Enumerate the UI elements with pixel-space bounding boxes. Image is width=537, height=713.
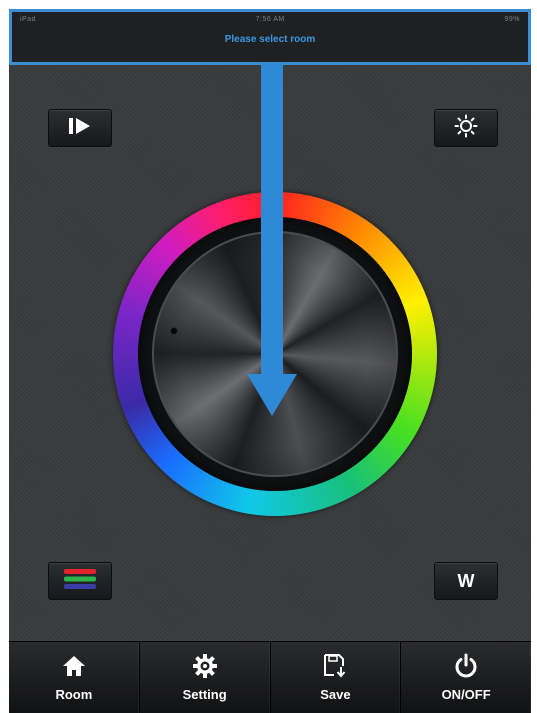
gear-icon — [192, 653, 218, 679]
tab-save[interactable]: Save — [271, 642, 402, 713]
tab-save-label: Save — [320, 687, 351, 702]
white-mode-label: W — [457, 570, 475, 591]
tab-setting[interactable]: Setting — [140, 642, 271, 713]
rgb-stripes-icon — [63, 567, 97, 596]
sun-icon — [454, 114, 478, 143]
skip-play-icon — [67, 117, 93, 140]
white-mode-button[interactable]: W — [434, 562, 498, 600]
status-bar: iPad 7:56 AM 99% — [12, 12, 528, 26]
tab-onoff-label: ON/OFF — [441, 687, 491, 702]
tab-setting-label: Setting — [182, 687, 227, 702]
annotation-arrow-shaft — [261, 63, 283, 379]
status-carrier: iPad — [20, 15, 37, 23]
knob-indicator — [170, 327, 178, 335]
rgb-mode-button[interactable] — [48, 562, 112, 600]
power-icon — [453, 653, 479, 679]
bottom-tab-bar: Room Setting Save ON/OFF — [9, 641, 531, 713]
app-screen: iPad 7:56 AM 99% Please select room W Ro… — [9, 9, 531, 713]
status-battery: 99% — [504, 15, 520, 23]
header-bar[interactable]: iPad 7:56 AM 99% Please select room — [9, 9, 531, 65]
save-icon — [322, 653, 348, 679]
tab-room[interactable]: Room — [9, 642, 140, 713]
mode-play-button[interactable] — [48, 109, 112, 147]
status-time: 7:56 AM — [255, 15, 285, 23]
home-icon — [61, 653, 87, 679]
tab-room-label: Room — [55, 687, 93, 702]
brightness-button[interactable] — [434, 109, 498, 147]
annotation-arrow-head — [247, 374, 297, 416]
tab-onoff[interactable]: ON/OFF — [401, 642, 531, 713]
room-select-prompt[interactable]: Please select room — [12, 34, 528, 45]
